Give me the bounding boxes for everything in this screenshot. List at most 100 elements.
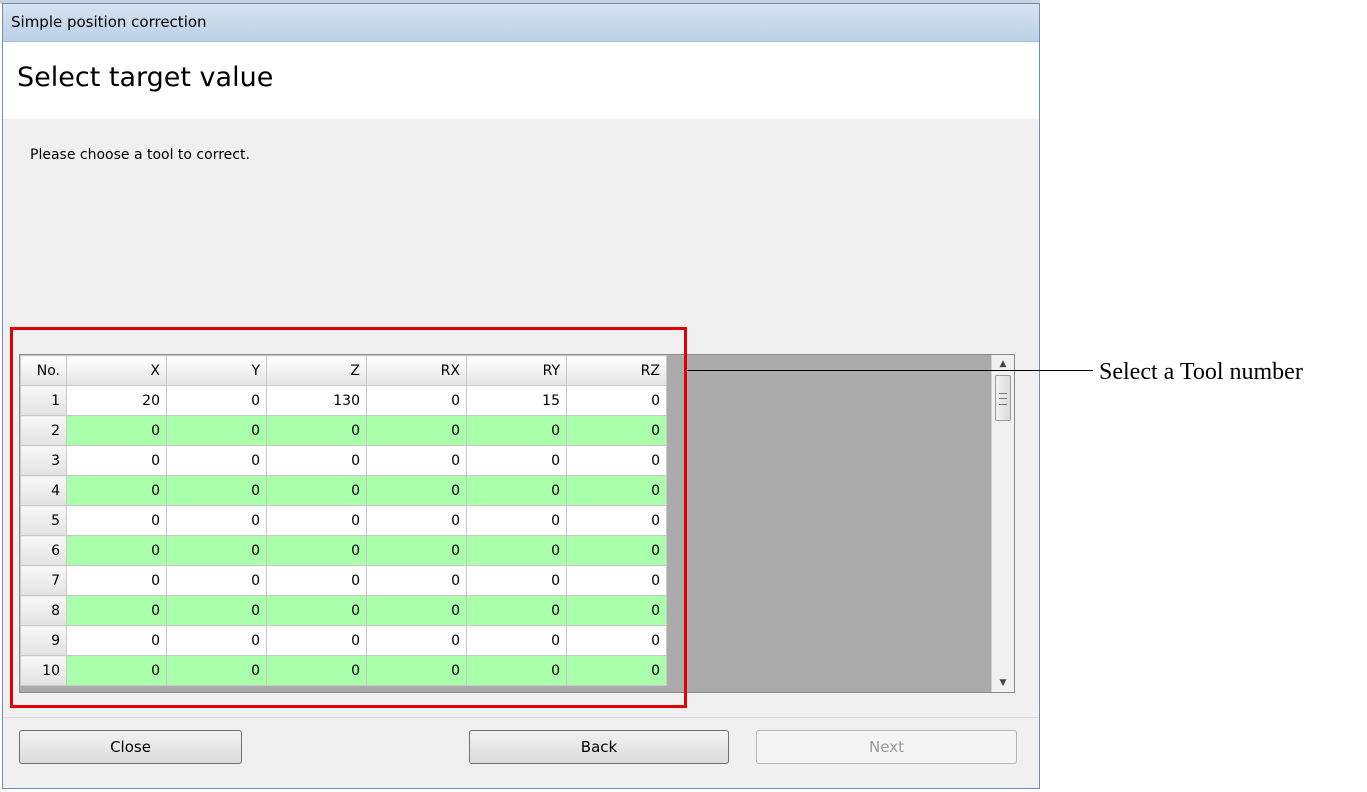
value-cell[interactable]: 0 [166, 535, 267, 566]
row-number-cell[interactable]: 8 [20, 595, 67, 626]
value-cell[interactable]: 0 [366, 625, 467, 656]
column-header-z[interactable]: Z [266, 355, 367, 386]
value-cell[interactable]: 0 [566, 535, 667, 566]
value-cell[interactable]: 130 [266, 385, 367, 416]
value-cell[interactable]: 0 [266, 505, 367, 536]
value-cell[interactable]: 0 [266, 445, 367, 476]
column-header-rz[interactable]: RZ [566, 355, 667, 386]
value-cell[interactable]: 0 [66, 415, 167, 446]
value-cell[interactable]: 0 [66, 655, 167, 686]
value-cell[interactable]: 0 [566, 445, 667, 476]
value-cell[interactable]: 0 [466, 535, 567, 566]
table-header-row: No. X Y Z RX RY RZ [20, 355, 667, 386]
row-number-cell[interactable]: 7 [20, 565, 67, 596]
value-cell[interactable]: 0 [66, 505, 167, 536]
value-cell[interactable]: 0 [266, 475, 367, 506]
value-cell[interactable]: 0 [66, 445, 167, 476]
tool-grid[interactable]: No. X Y Z RX RY RZ 1 20 0 130 0 15 0 2 0 0 0 0 0 0 3 0 0… [19, 354, 1015, 693]
value-cell[interactable]: 0 [66, 625, 167, 656]
value-cell[interactable]: 0 [166, 655, 267, 686]
row-number-cell[interactable]: 2 [20, 415, 67, 446]
table-row[interactable]: 7000000 [20, 565, 667, 596]
table-row[interactable]: 2000000 [20, 415, 667, 446]
value-cell[interactable]: 0 [566, 625, 667, 656]
value-cell[interactable]: 0 [166, 415, 267, 446]
row-number-cell[interactable]: 4 [20, 475, 67, 506]
value-cell[interactable]: 0 [266, 565, 367, 596]
vertical-scrollbar[interactable]: ▲ ▼ [991, 355, 1014, 692]
value-cell[interactable]: 0 [266, 595, 367, 626]
value-cell[interactable]: 0 [366, 415, 467, 446]
value-cell[interactable]: 0 [566, 505, 667, 536]
callout-label: Select a Tool number [1099, 359, 1303, 385]
down-arrow-icon[interactable]: ▼ [992, 674, 1014, 692]
row-number-cell[interactable]: 10 [20, 655, 67, 686]
close-button[interactable]: Close [19, 730, 242, 764]
value-cell[interactable]: 0 [366, 505, 467, 536]
column-header-rx[interactable]: RX [366, 355, 467, 386]
value-cell[interactable]: 0 [166, 385, 267, 416]
column-header-ry[interactable]: RY [466, 355, 567, 386]
value-cell[interactable]: 0 [566, 565, 667, 596]
value-cell[interactable]: 0 [366, 595, 467, 626]
value-cell[interactable]: 0 [66, 595, 167, 626]
column-header-no[interactable]: No. [20, 355, 67, 386]
value-cell[interactable]: 0 [66, 565, 167, 596]
value-cell[interactable]: 0 [166, 445, 267, 476]
row-number-cell[interactable]: 9 [20, 625, 67, 656]
value-cell[interactable]: 15 [466, 385, 567, 416]
value-cell[interactable]: 0 [566, 655, 667, 686]
value-cell[interactable]: 0 [566, 595, 667, 626]
table-row[interactable]: 8000000 [20, 595, 667, 626]
value-cell[interactable]: 0 [166, 505, 267, 536]
value-cell[interactable]: 0 [466, 625, 567, 656]
value-cell[interactable]: 0 [466, 655, 567, 686]
value-cell[interactable]: 0 [366, 475, 467, 506]
table-row[interactable]: 9000000 [20, 625, 667, 656]
table-row[interactable]: 4000000 [20, 475, 667, 506]
table-body: 1 20 0 130 0 15 0 2 0 0 0 0 0 0 3 0 0 0 0 0 0 4 0 0 0 0 0 0 5 0 0 0 0 0 0 6… [20, 385, 667, 686]
value-cell[interactable]: 0 [566, 385, 667, 416]
value-cell[interactable]: 0 [366, 385, 467, 416]
value-cell[interactable]: 0 [366, 445, 467, 476]
value-cell[interactable]: 0 [366, 565, 467, 596]
table-row[interactable]: 10 0 0 0 0 0 0 [20, 655, 667, 686]
back-button[interactable]: Back [469, 730, 729, 764]
value-cell[interactable]: 0 [166, 595, 267, 626]
wizard-header: Select target value [3, 42, 1039, 119]
row-number-cell[interactable]: 6 [20, 535, 67, 566]
table-row[interactable]: 1 20 0 130 0 15 0 [20, 385, 667, 416]
instruction-text: Please choose a tool to correct. [30, 147, 250, 163]
value-cell[interactable]: 0 [466, 445, 567, 476]
value-cell[interactable]: 0 [166, 625, 267, 656]
value-cell[interactable]: 0 [566, 475, 667, 506]
row-number-cell[interactable]: 5 [20, 505, 67, 536]
table-row[interactable]: 5000000 [20, 505, 667, 536]
value-cell[interactable]: 0 [266, 535, 367, 566]
value-cell[interactable]: 0 [166, 565, 267, 596]
column-header-y[interactable]: Y [166, 355, 267, 386]
value-cell[interactable]: 0 [366, 655, 467, 686]
value-cell[interactable]: 0 [66, 535, 167, 566]
value-cell[interactable]: 0 [466, 565, 567, 596]
value-cell[interactable]: 0 [166, 475, 267, 506]
row-number-cell[interactable]: 1 [20, 385, 67, 416]
value-cell[interactable]: 0 [366, 535, 467, 566]
value-cell[interactable]: 0 [466, 505, 567, 536]
value-cell[interactable]: 0 [466, 595, 567, 626]
scrollbar-thumb[interactable] [995, 375, 1011, 421]
value-cell[interactable]: 0 [466, 415, 567, 446]
row-number-cell[interactable]: 3 [20, 445, 67, 476]
value-cell[interactable]: 0 [466, 475, 567, 506]
value-cell[interactable]: 20 [66, 385, 167, 416]
value-cell[interactable]: 0 [266, 415, 367, 446]
value-cell[interactable]: 0 [266, 655, 367, 686]
value-cell[interactable]: 0 [566, 415, 667, 446]
wizard-window: Simple position correction Select target… [2, 3, 1040, 789]
value-cell[interactable]: 0 [66, 475, 167, 506]
column-header-x[interactable]: X [66, 355, 167, 386]
table-row[interactable]: 6000000 [20, 535, 667, 566]
value-cell[interactable]: 0 [266, 625, 367, 656]
table-row[interactable]: 3000000 [20, 445, 667, 476]
next-button[interactable]: Next [756, 730, 1017, 764]
